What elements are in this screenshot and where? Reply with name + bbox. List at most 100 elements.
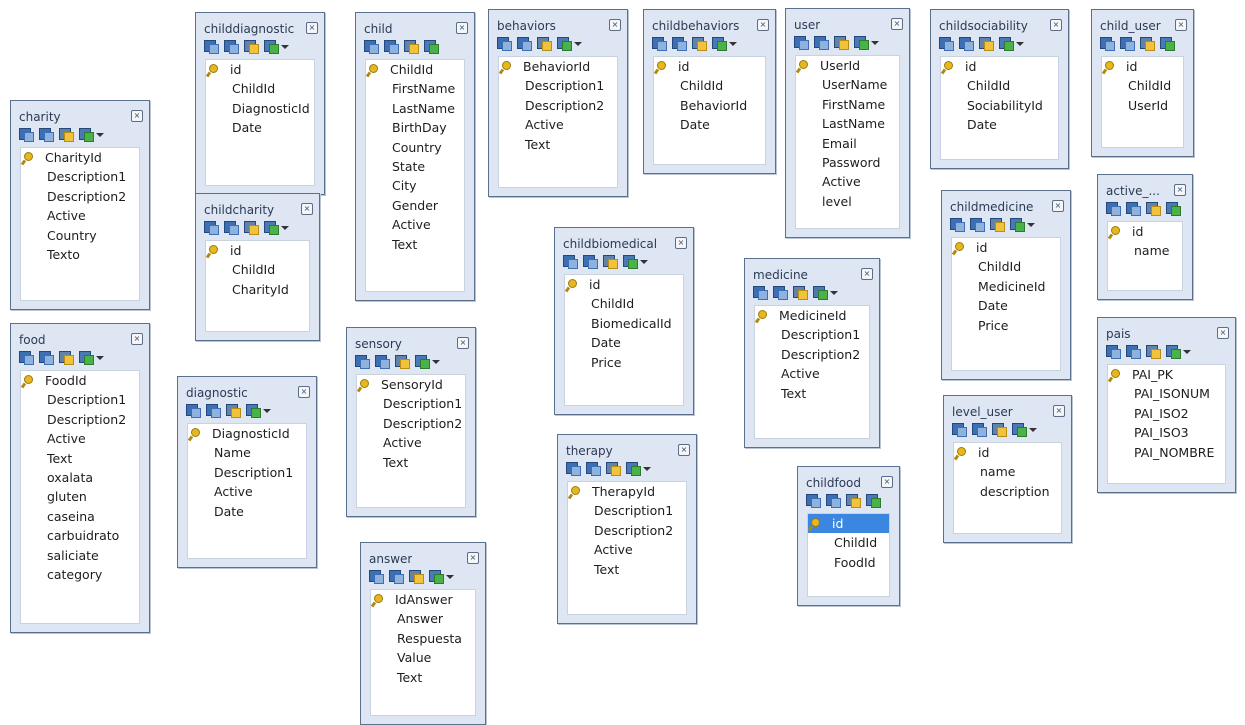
import-icon[interactable] — [79, 350, 94, 365]
edit-table-icon[interactable] — [1106, 201, 1121, 216]
import-icon[interactable] — [1160, 36, 1175, 51]
close-icon[interactable]: × — [609, 19, 621, 31]
close-icon[interactable]: × — [891, 18, 903, 30]
field-active[interactable]: Active — [21, 429, 139, 448]
properties-icon[interactable] — [1140, 36, 1155, 51]
field-password[interactable]: Password — [796, 153, 899, 172]
table-user[interactable]: user × UserId UserName FirstName LastName Emai… — [785, 8, 910, 238]
table-header[interactable]: level_user × — [944, 396, 1071, 422]
chevron-down-icon[interactable] — [871, 41, 879, 45]
field-text[interactable]: Text — [371, 668, 475, 687]
table-medicine[interactable]: medicine × MedicineId Description1 Descripti… — [744, 258, 880, 448]
chevron-down-icon[interactable] — [1029, 428, 1037, 432]
table-header[interactable]: medicine × — [745, 259, 879, 285]
field-medicineid[interactable]: MedicineId — [755, 306, 869, 325]
field-answer[interactable]: Answer — [371, 609, 475, 628]
close-icon[interactable]: × — [861, 268, 873, 280]
field-carbuidrato[interactable]: carbuidrato — [21, 526, 139, 545]
view-data-icon[interactable] — [814, 35, 829, 50]
chevron-down-icon[interactable] — [643, 467, 651, 471]
properties-icon[interactable] — [603, 254, 618, 269]
import-icon[interactable] — [854, 35, 869, 50]
field-name[interactable]: name — [954, 462, 1061, 481]
import-icon[interactable] — [429, 569, 444, 584]
chevron-down-icon[interactable] — [281, 45, 289, 49]
close-icon[interactable]: × — [1174, 184, 1186, 196]
field-biomedicalid[interactable]: BiomedicalId — [565, 314, 683, 333]
field-level[interactable]: level — [796, 192, 899, 211]
field-date[interactable]: Date — [654, 115, 765, 134]
field-childid[interactable]: ChildId — [366, 60, 464, 79]
chevron-down-icon[interactable] — [830, 291, 838, 295]
field-active[interactable]: Active — [366, 215, 464, 234]
import-icon[interactable] — [264, 220, 279, 235]
table-header[interactable]: pais × — [1098, 318, 1235, 344]
chevron-down-icon[interactable] — [263, 409, 271, 413]
properties-icon[interactable] — [537, 36, 552, 51]
properties-icon[interactable] — [244, 39, 259, 54]
chevron-down-icon[interactable] — [281, 226, 289, 230]
field-charityid[interactable]: CharityId — [206, 280, 309, 299]
table-sensory[interactable]: sensory × SensoryId Description1 Description… — [346, 327, 476, 517]
view-data-icon[interactable] — [583, 254, 598, 269]
field-id[interactable]: id — [1102, 57, 1183, 76]
field-description1[interactable]: Description1 — [21, 390, 139, 409]
chevron-down-icon[interactable] — [1016, 42, 1024, 46]
field-pai-iso2[interactable]: PAI_ISO2 — [1108, 404, 1225, 423]
field-id[interactable]: id — [565, 275, 683, 294]
close-icon[interactable]: × — [1052, 200, 1064, 212]
table-childcharity[interactable]: childcharity × id ChildId CharityId — [195, 193, 320, 341]
field-text[interactable]: Text — [21, 449, 139, 468]
close-icon[interactable]: × — [301, 203, 313, 215]
field-gluten[interactable]: gluten — [21, 487, 139, 506]
field-foodid[interactable]: FoodId — [21, 371, 139, 390]
field-price[interactable]: Price — [565, 353, 683, 372]
field-sociabilityid[interactable]: SociabilityId — [941, 96, 1058, 115]
field-foodid[interactable]: FoodId — [808, 553, 889, 572]
field-medicineid[interactable]: MedicineId — [952, 277, 1060, 296]
view-data-icon[interactable] — [224, 39, 239, 54]
table-childbehaviors[interactable]: childbehaviors × id ChildId BehaviorId Date — [643, 9, 776, 174]
edit-table-icon[interactable] — [1106, 344, 1121, 359]
edit-table-icon[interactable] — [364, 39, 379, 54]
field-pai-iso3[interactable]: PAI_ISO3 — [1108, 423, 1225, 442]
field-date[interactable]: Date — [565, 333, 683, 352]
edit-table-icon[interactable] — [204, 220, 219, 235]
edit-table-icon[interactable] — [794, 35, 809, 50]
field-category[interactable]: category — [21, 565, 139, 584]
field-childid[interactable]: ChildId — [1102, 76, 1183, 95]
chevron-down-icon[interactable] — [96, 356, 104, 360]
table-header[interactable]: childmedicine × — [942, 191, 1070, 217]
close-icon[interactable]: × — [306, 22, 318, 34]
field-description2[interactable]: Description2 — [568, 521, 686, 540]
import-icon[interactable] — [1012, 422, 1027, 437]
field-name[interactable]: name — [1108, 241, 1182, 260]
field-lastname[interactable]: LastName — [366, 99, 464, 118]
import-icon[interactable] — [1166, 201, 1181, 216]
edit-table-icon[interactable] — [204, 39, 219, 54]
field-childid[interactable]: ChildId — [565, 294, 683, 313]
table-header[interactable]: charity × — [11, 101, 149, 127]
close-icon[interactable]: × — [131, 333, 143, 345]
view-data-icon[interactable] — [384, 39, 399, 54]
field-firstname[interactable]: FirstName — [796, 95, 899, 114]
properties-icon[interactable] — [404, 39, 419, 54]
field-date[interactable]: Date — [941, 115, 1058, 134]
chevron-down-icon[interactable] — [1027, 223, 1035, 227]
properties-icon[interactable] — [692, 36, 707, 51]
edit-table-icon[interactable] — [1100, 36, 1115, 51]
field-birthday[interactable]: BirthDay — [366, 118, 464, 137]
chevron-down-icon[interactable] — [574, 42, 582, 46]
field-id[interactable]: id — [941, 57, 1058, 76]
field-country[interactable]: Country — [366, 138, 464, 157]
edit-table-icon[interactable] — [652, 36, 667, 51]
field-description1[interactable]: Description1 — [568, 501, 686, 520]
properties-icon[interactable] — [606, 461, 621, 476]
field-description2[interactable]: Description2 — [499, 96, 617, 115]
properties-icon[interactable] — [59, 127, 74, 142]
view-data-icon[interactable] — [224, 220, 239, 235]
field-respuesta[interactable]: Respuesta — [371, 629, 475, 648]
import-icon[interactable] — [1166, 344, 1181, 359]
import-icon[interactable] — [999, 36, 1014, 51]
field-active[interactable]: Active — [188, 482, 306, 501]
